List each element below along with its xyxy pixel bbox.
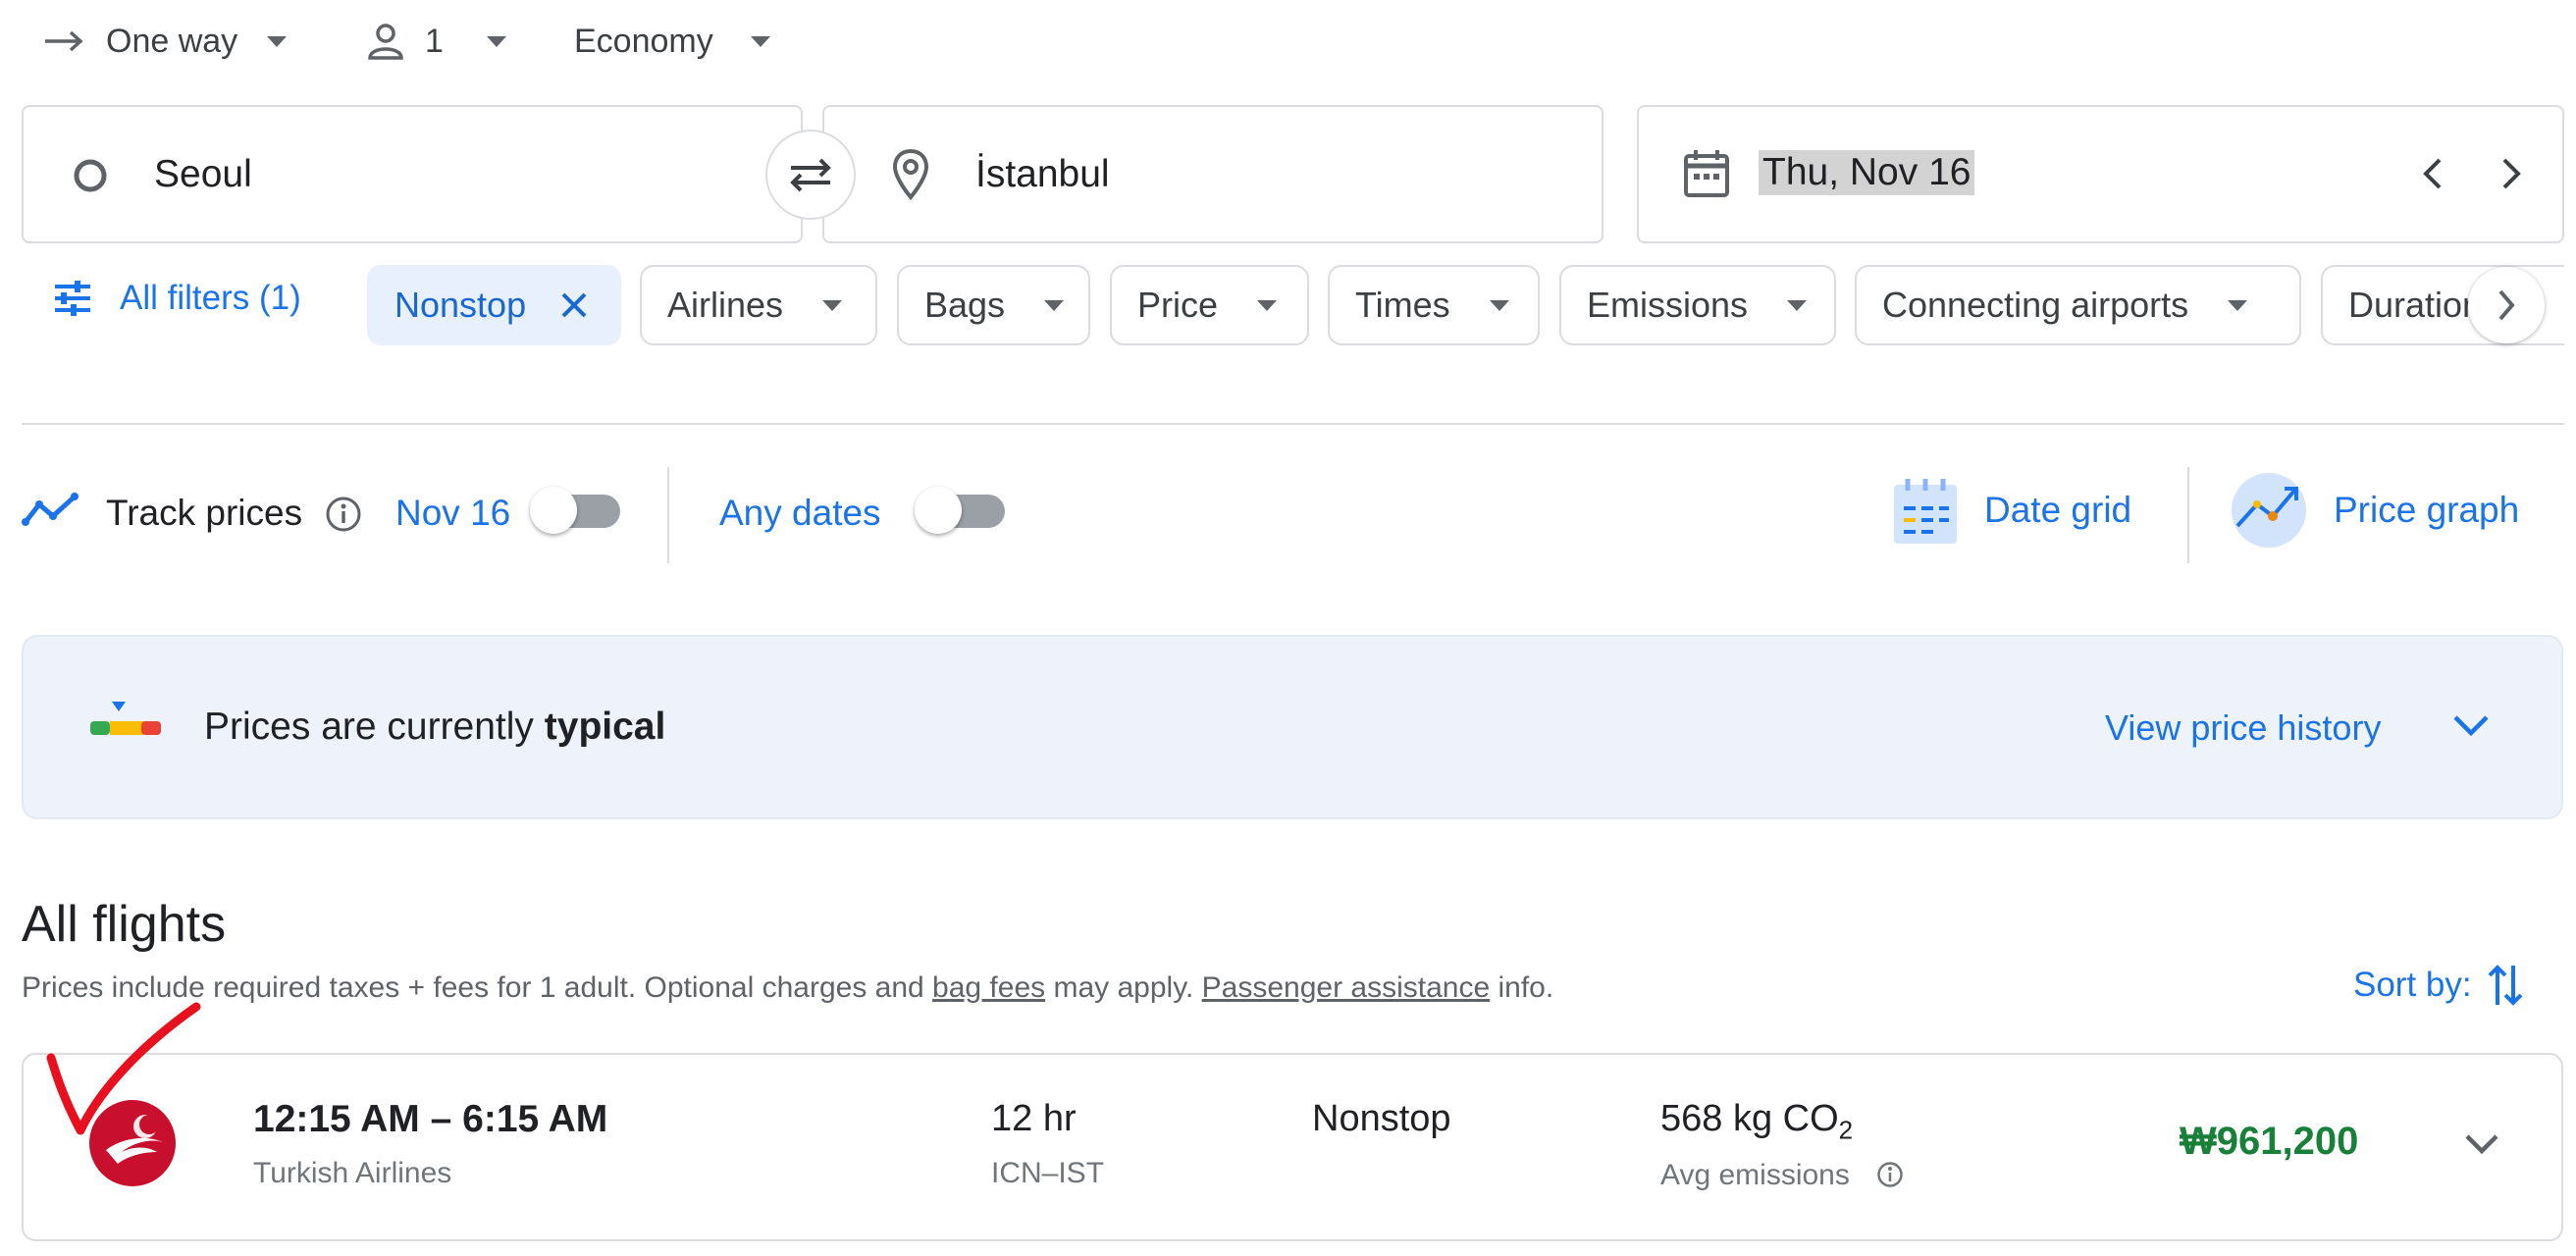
price-insight-banner: Prices are currently typical View price … xyxy=(22,635,2563,819)
bags-filter-chip[interactable]: Bags xyxy=(897,265,1090,345)
price-filter-label: Price xyxy=(1137,285,1219,325)
chevron-down-icon xyxy=(1489,299,1509,311)
chevron-down-icon xyxy=(1257,299,1278,311)
flight-route: ICN–IST xyxy=(991,1157,1105,1189)
results-disclaimer: Prices include required taxes + fees for… xyxy=(22,971,1553,1005)
next-date-button[interactable] xyxy=(2497,154,2526,193)
info-icon[interactable] xyxy=(1876,1161,1904,1188)
divider xyxy=(2187,467,2189,563)
times-filter-chip[interactable]: Times xyxy=(1328,265,1540,345)
flight-times: 12:15 AM – 6:15 AM xyxy=(253,1098,608,1140)
nonstop-filter-label: Nonstop xyxy=(394,285,527,325)
times-filter-label: Times xyxy=(1355,285,1450,325)
airlines-filter-label: Airlines xyxy=(667,285,784,325)
swap-button[interactable] xyxy=(765,130,856,220)
trend-line-icon xyxy=(22,491,80,530)
calendar-icon xyxy=(1682,148,1731,199)
chevron-down-icon[interactable] xyxy=(2451,711,2491,739)
trip-type-select[interactable]: One way xyxy=(43,14,288,69)
chevron-down-icon xyxy=(1787,299,1808,311)
expand-flight-button[interactable] xyxy=(2463,1131,2500,1157)
track-date-toggle[interactable] xyxy=(530,487,620,534)
track-prices-label: Track prices xyxy=(106,493,303,533)
sort-icon xyxy=(2486,962,2525,1009)
price-graph-button[interactable]: Price graph xyxy=(2230,471,2519,550)
flight-price: ₩961,200 xyxy=(2180,1120,2359,1163)
chevron-down-icon xyxy=(750,35,770,47)
swap-icon xyxy=(785,155,836,194)
price-graph-icon xyxy=(2230,471,2308,550)
scroll-filters-right-button[interactable] xyxy=(2468,267,2545,343)
date-grid-label: Date grid xyxy=(1984,490,2132,530)
info-icon[interactable] xyxy=(325,496,362,533)
airline-name: Turkish Airlines xyxy=(253,1157,452,1189)
price-level-label: typical xyxy=(544,706,666,748)
origin-circle-icon xyxy=(73,158,108,193)
location-pin-icon xyxy=(891,148,930,201)
passengers-select[interactable]: 1 xyxy=(366,14,506,69)
any-dates-label: Any dates xyxy=(719,493,881,533)
bags-filter-label: Bags xyxy=(924,285,1006,325)
chevron-right-icon xyxy=(2495,288,2518,323)
cabin-class-select[interactable]: Economy xyxy=(574,14,770,69)
emissions-filter-chip[interactable]: Emissions xyxy=(1559,265,1836,345)
destination-value: İstanbul xyxy=(975,153,1110,195)
emissions-subscript: 2 xyxy=(1838,1115,1854,1145)
person-icon xyxy=(366,22,405,61)
price-graph-label: Price graph xyxy=(2334,490,2520,530)
connecting-airports-filter-label: Connecting airports xyxy=(1882,285,2189,325)
flight-stops: Nonstop xyxy=(1312,1098,1451,1139)
duration-filter-label: Duration xyxy=(2348,285,2483,325)
chevron-down-icon xyxy=(1044,299,1065,311)
flight-duration: 12 hr xyxy=(991,1098,1077,1139)
previous-date-button[interactable] xyxy=(2418,154,2447,193)
divider xyxy=(667,467,669,563)
disclaimer-text: info. xyxy=(1490,971,1554,1004)
price-filter-chip[interactable]: Price xyxy=(1110,265,1309,345)
passenger-assistance-link[interactable]: Passenger assistance xyxy=(1202,971,1491,1004)
connecting-airports-filter-chip[interactable]: Connecting airports xyxy=(1855,265,2301,345)
departure-date-field[interactable]: Thu, Nov 16 xyxy=(1637,105,2564,243)
results-heading: All flights xyxy=(22,896,227,953)
divider xyxy=(22,423,2564,425)
price-insight-prefix: Prices are currently xyxy=(204,706,545,748)
all-filters-label: All filters (1) xyxy=(120,279,301,317)
date-grid-button[interactable]: Date grid xyxy=(1892,475,2131,546)
airlines-filter-chip[interactable]: Airlines xyxy=(640,265,877,345)
close-icon[interactable] xyxy=(559,290,589,320)
arrow-right-icon xyxy=(43,26,86,56)
price-level-indicator-icon xyxy=(88,700,163,747)
emissions-label: Avg emissions xyxy=(1660,1159,1850,1191)
flight-result-card[interactable]: 12:15 AM – 6:15 AM Turkish Airlines 12 h… xyxy=(22,1053,2563,1241)
price-insight-text: Prices are currently typical xyxy=(204,706,665,749)
tune-icon xyxy=(53,279,92,318)
passengers-count: 1 xyxy=(425,22,444,60)
chevron-down-icon xyxy=(267,35,288,47)
chevron-down-icon xyxy=(822,299,843,311)
cabin-class-label: Economy xyxy=(574,22,713,60)
origin-value: Seoul xyxy=(154,153,252,195)
sort-by-label: Sort by: xyxy=(2353,966,2472,1004)
origin-field[interactable]: Seoul xyxy=(22,105,803,243)
chevron-down-icon xyxy=(486,35,506,47)
disclaimer-text: may apply. xyxy=(1045,971,1202,1004)
emissions-filter-label: Emissions xyxy=(1587,285,1749,325)
trip-type-label: One way xyxy=(106,22,238,60)
view-price-history-link[interactable]: View price history xyxy=(2105,707,2381,749)
date-grid-icon xyxy=(1892,475,1959,546)
departure-date-value: Thu, Nov 16 xyxy=(1759,150,1975,195)
all-filters-button[interactable]: All filters (1) xyxy=(53,279,301,318)
track-date-label: Nov 16 xyxy=(395,493,511,533)
destination-field[interactable]: İstanbul xyxy=(822,105,1603,243)
emissions-value: 568 kg CO xyxy=(1660,1098,1839,1139)
sort-by-button[interactable]: Sort by: xyxy=(2353,962,2525,1009)
nonstop-filter-chip[interactable]: Nonstop xyxy=(367,265,621,345)
bag-fees-link[interactable]: bag fees xyxy=(932,971,1045,1004)
flight-emissions: 568 kg CO2 xyxy=(1660,1098,1853,1146)
checkmark-annotation-icon xyxy=(29,999,206,1166)
chevron-down-icon xyxy=(2228,299,2248,311)
any-dates-toggle[interactable] xyxy=(915,487,1005,534)
